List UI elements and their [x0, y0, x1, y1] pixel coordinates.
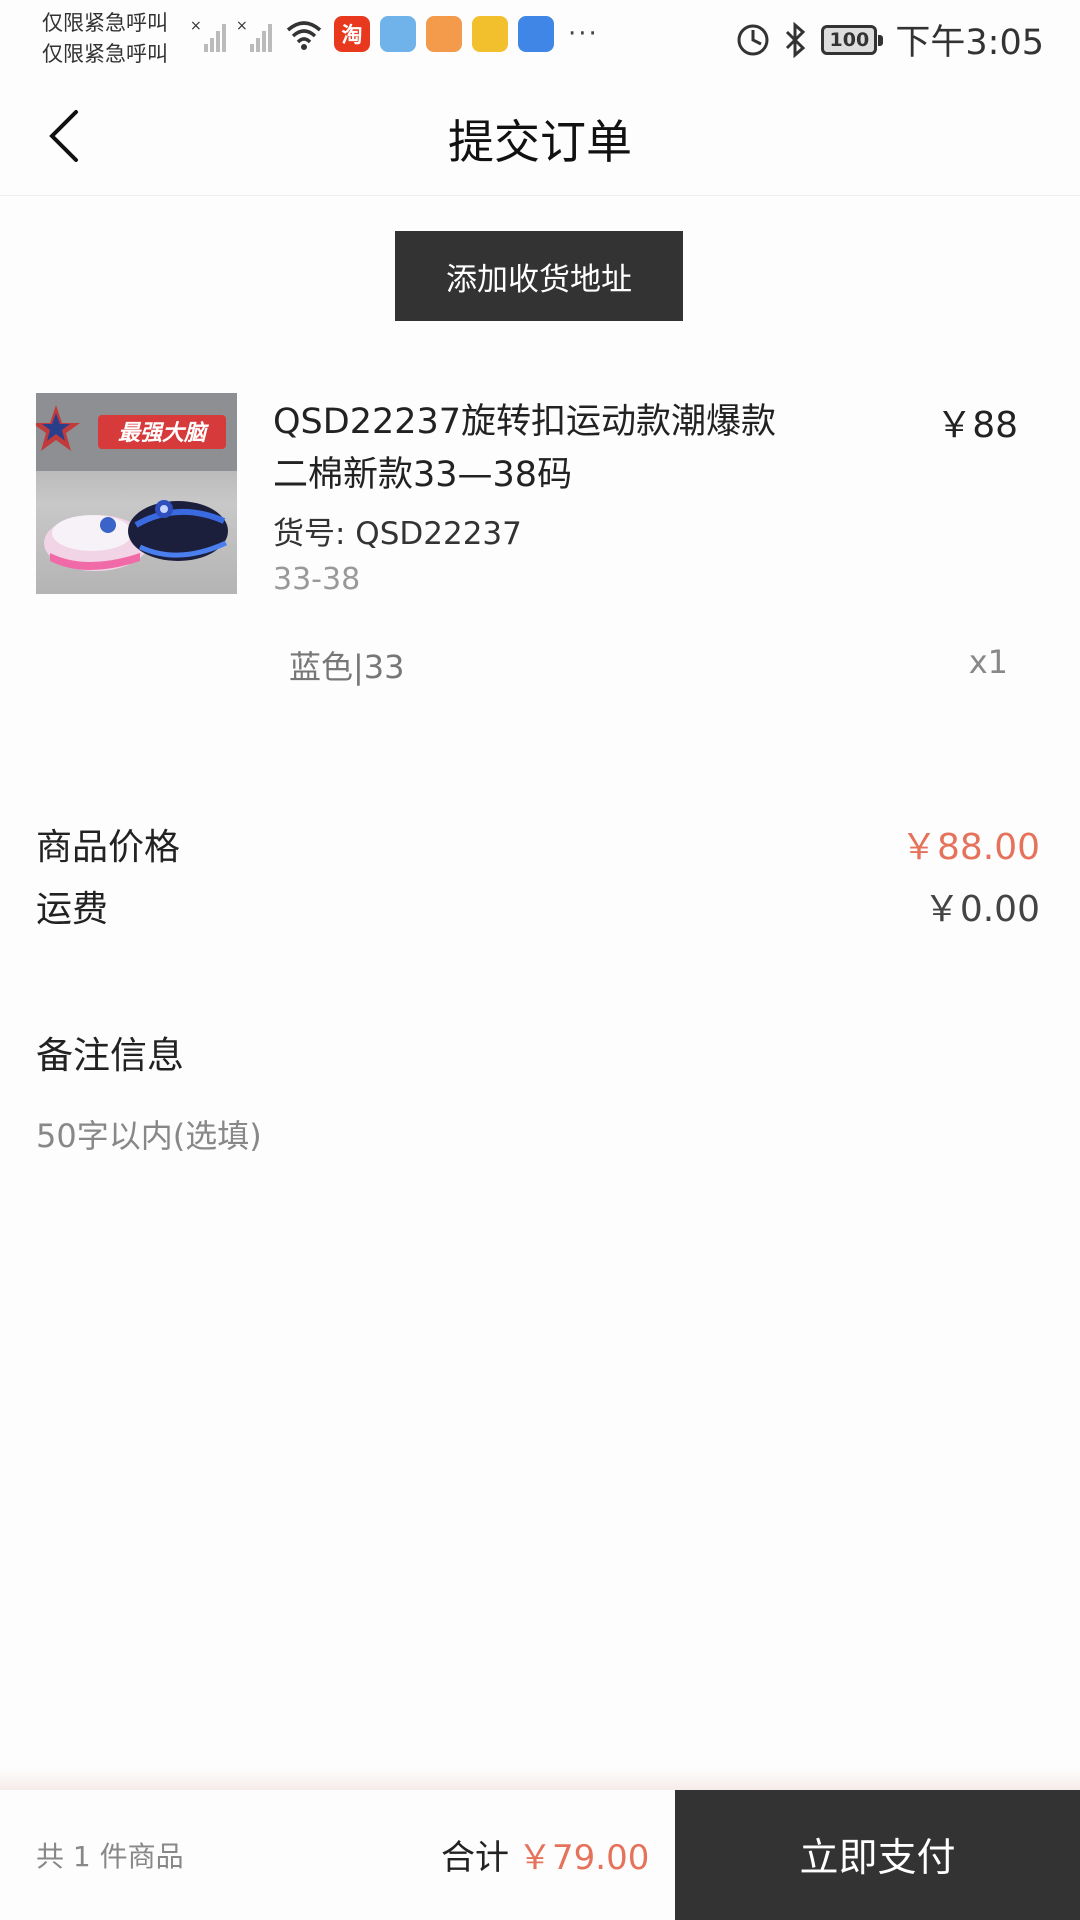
remark-title: 备注信息 — [36, 1034, 184, 1077]
goods-price-value: ￥88.00 — [900, 827, 1040, 868]
product-image: 最强大脑 — [36, 393, 237, 594]
signal-icon: × — [190, 18, 226, 52]
item-count: 共 1 件商品 — [36, 1840, 184, 1873]
weibo-icon — [472, 16, 508, 52]
data-saver-icon — [737, 24, 769, 55]
bottom-bar-shadow — [0, 1768, 1080, 1790]
taobao-icon-label: 淘 — [341, 23, 363, 47]
product-quantity: x1 — [968, 643, 1008, 681]
bottom-bar: 共 1 件商品 合计 ￥79.00 立即支付 — [0, 1790, 1080, 1920]
remark-input[interactable] — [36, 1108, 1036, 1164]
system-status: 100 下午3:05 — [735, 14, 1044, 65]
carrier-line-2: 仅限紧急呼叫 — [42, 42, 168, 66]
product-title[interactable]: QSD22237旋转扣运动款潮爆款二棉新款33—38码 — [273, 396, 793, 502]
goods-price-label: 商品价格 — [36, 827, 181, 868]
svg-text:×: × — [190, 18, 202, 34]
product-size-range: 33-38 — [273, 562, 361, 597]
signal-icon: × — [236, 18, 272, 52]
product-image-brand: 最强大脑 — [118, 421, 210, 446]
svg-text:×: × — [236, 18, 248, 34]
battery-icon: 100 — [821, 24, 884, 55]
wifi-icon — [286, 21, 322, 50]
browser-app-icon — [518, 16, 554, 52]
bookmark-app-icon — [426, 16, 462, 52]
carrier-line-1: 仅限紧急呼叫 — [42, 11, 168, 35]
bluetooth-icon — [786, 21, 806, 58]
add-address-button[interactable]: 添加收货地址 — [395, 231, 683, 321]
status-bar: 仅限紧急呼叫 仅限紧急呼叫 × × 淘 ··· 100 下午3:05 — [0, 0, 1080, 76]
more-notifications-icon: ··· — [568, 19, 599, 49]
header: 提交订单 — [0, 76, 1080, 196]
pay-now-button[interactable]: 立即支付 — [675, 1790, 1080, 1920]
notification-icons: 淘 ··· — [284, 16, 599, 52]
carrier-info: 仅限紧急呼叫 仅限紧急呼叫 — [42, 8, 168, 70]
status-time: 下午3:05 — [895, 23, 1044, 63]
taobao-icon: 淘 — [334, 16, 370, 52]
page-title: 提交订单 — [448, 115, 632, 169]
total-value: ￥79.00 — [518, 1838, 650, 1878]
total-label: 合计 — [441, 1838, 509, 1878]
product-variant: 蓝色|33 — [289, 648, 405, 686]
shipping-value: ￥0.00 — [923, 889, 1040, 930]
product-price: ￥88 — [936, 405, 1018, 446]
product-photo: 最强大脑 — [36, 393, 237, 594]
order-submit-page: 仅限紧急呼叫 仅限紧急呼叫 × × 淘 ··· 100 下午3:05 提交订单 … — [0, 0, 1080, 1920]
product-sku: 货号: QSD22237 — [273, 516, 522, 552]
cloud-app-icon — [380, 16, 416, 52]
shipping-label: 运费 — [36, 889, 109, 930]
battery-level: 100 — [829, 28, 870, 51]
